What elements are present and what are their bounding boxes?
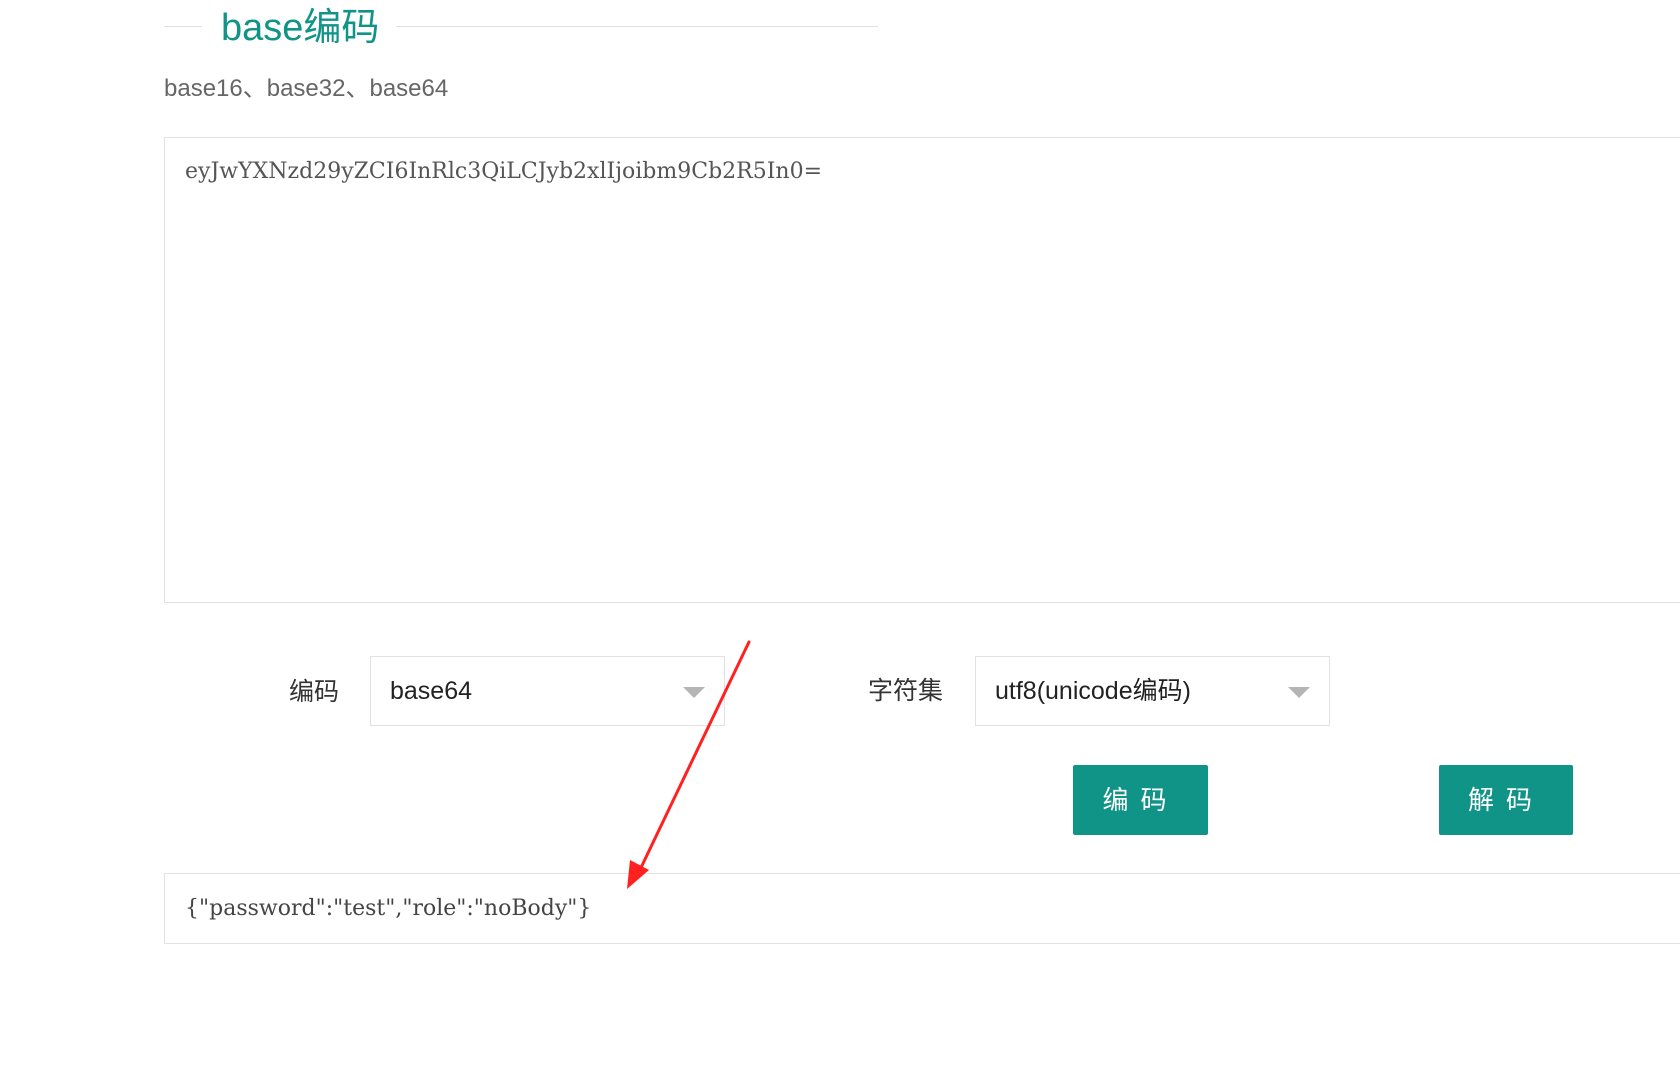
chevron-down-icon <box>1288 687 1310 698</box>
section-title: base编码 <box>221 7 380 49</box>
input-textarea[interactable]: eyJwYXNzd29yZCI6InRlc3QiLCJyb2xlIjoibm9C… <box>164 137 1680 603</box>
encoding-select[interactable]: base64 <box>370 656 725 726</box>
encoding-label: 编码 <box>289 678 340 706</box>
encode-button[interactable]: 编码 <box>1073 765 1208 835</box>
title-divider-left <box>164 26 202 27</box>
output-field[interactable]: {"password":"test","role":"noBody"} <box>164 873 1680 944</box>
decode-button[interactable]: 解码 <box>1439 765 1573 835</box>
charset-select-value: utf8(unicode编码) <box>995 677 1191 705</box>
encoding-select-value: base64 <box>390 677 473 705</box>
section-subtitle: base16、base32、base64 <box>164 75 449 102</box>
title-divider-right <box>396 26 878 27</box>
charset-label: 字符集 <box>868 677 944 705</box>
charset-select[interactable]: utf8(unicode编码) <box>975 656 1330 726</box>
chevron-down-icon <box>683 687 705 698</box>
